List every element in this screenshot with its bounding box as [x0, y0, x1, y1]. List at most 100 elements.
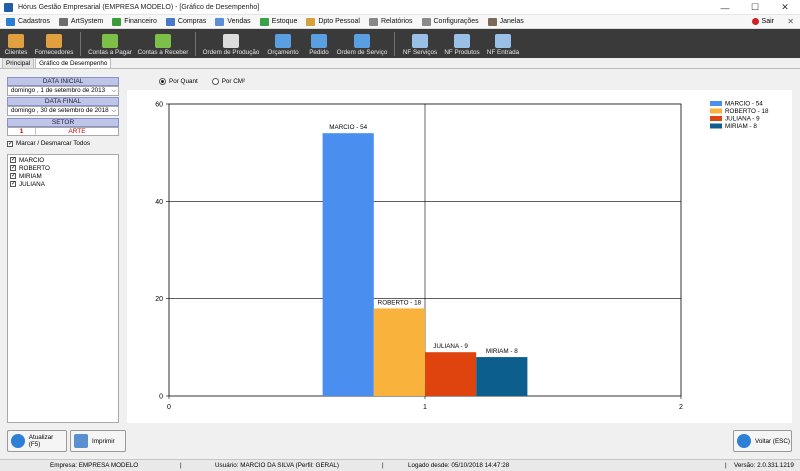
tab-strip: Principal Gráfico de Desempenho — [0, 58, 800, 69]
bar-data-label: MARCIO - 54 — [329, 124, 367, 131]
toolbar-nf-produtos-button[interactable]: NF Produtos — [441, 29, 483, 58]
nf-produtos-icon — [454, 34, 470, 48]
checkbox-icon[interactable]: ✓ — [10, 173, 16, 179]
employee-checkbox-marcio[interactable]: ✓ MARCIO — [10, 156, 116, 164]
status-empresa: Empresa: EMPRESA MODELO — [50, 462, 139, 469]
data-final-picker[interactable]: domingo , 30 de setembro de 2018 ⌵ — [7, 106, 119, 116]
y-tick-label: 40 — [155, 199, 163, 206]
toolbar-separator — [80, 32, 81, 56]
performance-chart: 0 20 40 60 0 1 2 MARCIO - 54 ROBERTO - 18 JULIANA… — [127, 90, 792, 423]
menu-item-compras[interactable]: Compras — [165, 17, 206, 26]
toolbar-label: Orçamento — [267, 49, 299, 56]
chevron-down-icon[interactable]: ⌵ — [111, 87, 116, 95]
toolbar-label: NF Serviços — [402, 49, 438, 56]
close-document-icon[interactable]: ✕ — [787, 17, 794, 26]
data-inicial-label: DATA INICIAL — [7, 77, 119, 86]
por-quant-label: Por Quant — [169, 78, 198, 85]
contas-pagar-icon — [102, 34, 118, 48]
atualizar-label: Atualizar (F5) — [28, 434, 54, 448]
close-button[interactable]: ✕ — [770, 0, 800, 15]
toolbar-label: Contas a Receber — [137, 49, 189, 56]
employee-checkbox-juliana[interactable]: ✓ JULIANA — [10, 180, 116, 188]
y-tick-label: 60 — [155, 102, 163, 109]
janelas-icon — [487, 17, 497, 26]
maximize-button[interactable]: ☐ — [740, 0, 770, 15]
chevron-down-icon[interactable]: ⌵ — [111, 107, 116, 115]
menu-item-artsystem[interactable]: ArtSystem — [58, 17, 103, 26]
toolbar-label: Clientes — [4, 49, 28, 56]
legend-swatch — [710, 108, 722, 114]
y-tick-label: 0 — [159, 394, 163, 401]
exit-menu-item[interactable]: Sair — [751, 18, 774, 25]
voltar-button[interactable]: Voltar (ESC) — [733, 430, 792, 452]
voltar-label: Voltar (ESC) — [755, 437, 790, 445]
employee-name: ROBERTO — [19, 164, 50, 172]
por-cm2-radio[interactable]: Por CM² — [211, 78, 245, 85]
ordem-servico-icon — [354, 34, 370, 48]
employee-checkbox-roberto[interactable]: ✓ ROBERTO — [10, 164, 116, 172]
financeiro-icon — [112, 17, 122, 26]
toolbar-label: Contas a Pagar — [88, 49, 132, 56]
estoque-icon — [259, 17, 269, 26]
y-tick-label: 20 — [155, 296, 163, 303]
radio-selected-icon[interactable] — [159, 78, 166, 85]
chart-mode-options: Por Quant Por CM² — [159, 78, 259, 85]
menu-item-estoque[interactable]: Estoque — [259, 17, 298, 26]
toolbar-pedido-button[interactable]: Pedido — [304, 29, 334, 58]
back-icon — [737, 434, 751, 448]
status-separator: | — [180, 462, 182, 469]
employee-checkbox-miriam[interactable]: ✓ MIRIAM — [10, 172, 116, 180]
app-logo-icon — [4, 2, 13, 12]
radio-unselected-icon[interactable] — [211, 78, 219, 85]
menu-item-label: Estoque — [271, 18, 298, 25]
x-tick-label: 2 — [679, 404, 683, 411]
main-toolbar: Clientes Fornecedores Contas a Pagar Contas… — [0, 29, 800, 58]
menu-item-cadastros[interactable]: Cadastros — [6, 17, 50, 26]
orcamento-icon — [275, 34, 291, 48]
menu-item-label: Cadastros — [18, 18, 50, 25]
menu-item-janelas[interactable]: Janelas — [487, 17, 524, 26]
tab-grafico-de-desempenho[interactable]: Gráfico de Desempenho — [35, 58, 112, 68]
imprimir-label: Imprimir — [92, 437, 115, 445]
checkbox-icon[interactable]: ✓ — [10, 181, 16, 187]
legend-label: JULIANA - 9 — [725, 116, 760, 123]
menu-item-label: Dpto Pessoal — [318, 18, 360, 25]
refresh-icon — [11, 434, 25, 448]
toolbar-contas-a-pagar-button[interactable]: Contas a Pagar — [85, 29, 135, 58]
toolbar-clientes-button[interactable]: Clientes — [0, 29, 32, 58]
checkbox-icon[interactable]: ✓ — [7, 140, 13, 147]
toggle-all-checkbox[interactable]: ✓ Marcar / Desmarcar Todos — [7, 139, 119, 148]
data-inicial-picker[interactable]: domingo , 1 de setembro de 2013 ⌵ — [7, 86, 119, 96]
checkbox-icon[interactable]: ✓ — [10, 157, 16, 163]
toolbar-contas-a-receber-button[interactable]: Contas a Receber — [135, 29, 191, 58]
menu-item-financeiro[interactable]: Financeiro — [112, 17, 157, 26]
setor-code-input[interactable]: 1 — [8, 128, 36, 135]
tab-principal[interactable]: Principal — [2, 58, 35, 68]
minimize-button[interactable]: — — [710, 0, 740, 15]
menu-item-label: Relatórios — [380, 18, 413, 25]
bar-data-label: ROBERTO - 18 — [378, 299, 422, 306]
status-separator: | — [382, 462, 384, 469]
clientes-icon — [8, 34, 24, 48]
toolbar-nf-servicos-button[interactable]: NF Serviços — [399, 29, 441, 58]
menu-item-vendas[interactable]: Vendas — [215, 17, 251, 26]
menu-item-configuracoes[interactable]: Configurações — [421, 17, 479, 26]
exit-label: Sair — [761, 18, 774, 25]
toolbar-nf-entrada-button[interactable]: NF Entrada — [483, 29, 523, 58]
menu-item-relatorios[interactable]: Relatórios — [368, 17, 413, 26]
fornecedores-icon — [46, 34, 62, 48]
dpto-pessoal-icon — [306, 17, 316, 26]
setor-name: ARTE — [68, 128, 86, 135]
menu-item-dpto-pessoal[interactable]: Dpto Pessoal — [306, 17, 360, 26]
atualizar-button[interactable]: Atualizar (F5) — [7, 430, 67, 452]
bar-data-label: JULIANA - 9 — [433, 343, 468, 350]
toolbar-fornecedores-button[interactable]: Fornecedores — [32, 29, 76, 58]
por-quant-radio[interactable]: Por Quant — [159, 78, 198, 85]
toolbar-orcamento-button[interactable]: Orçamento — [262, 29, 304, 58]
data-inicial-value: domingo , 1 de setembro de 2013 — [11, 87, 106, 94]
toolbar-ordem-de-producao-button[interactable]: Ordem de Produção — [200, 29, 262, 58]
imprimir-button[interactable]: Imprimir — [70, 430, 126, 452]
checkbox-icon[interactable]: ✓ — [10, 165, 16, 171]
toolbar-label: Fornecedores — [34, 49, 74, 56]
toolbar-ordem-de-servico-button[interactable]: Ordem de Serviço — [334, 29, 390, 58]
